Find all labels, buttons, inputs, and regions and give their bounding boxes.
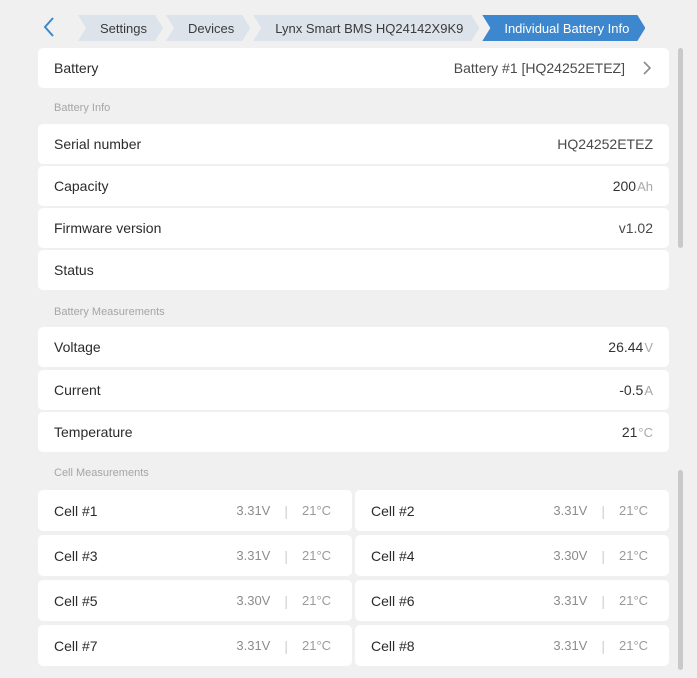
cell-name: Cell #5 — [54, 592, 98, 609]
temperature-row: Temperature 21°C — [38, 412, 669, 452]
cell-voltage: 3.31V — [236, 548, 271, 563]
temperature-label: Temperature — [54, 424, 133, 440]
cell-name: Cell #1 — [54, 502, 98, 519]
cell-name: Cell #2 — [371, 502, 415, 519]
cell-row-8: Cell #8 3.31V | 21°C — [355, 625, 669, 666]
cell-temperature: 21°C — [619, 638, 649, 653]
current-value: -0.5 — [619, 382, 644, 398]
crumb-individual-battery-info[interactable]: Individual Battery Info — [482, 15, 645, 41]
temperature-unit: °C — [638, 425, 653, 440]
cell-row-1: Cell #1 3.31V | 21°C — [38, 490, 352, 531]
cell-row-7: Cell #7 3.31V | 21°C — [38, 625, 352, 666]
breadcrumb: Settings Devices Lynx Smart BMS HQ24142X… — [78, 14, 648, 42]
cell-separator: | — [284, 547, 288, 564]
back-button[interactable] — [36, 12, 62, 42]
cell-name: Cell #8 — [371, 637, 415, 654]
cell-name: Cell #3 — [54, 547, 98, 564]
cell-row-4: Cell #4 3.30V | 21°C — [355, 535, 669, 576]
crumb-lynx-bms[interactable]: Lynx Smart BMS HQ24142X9K9 — [253, 15, 479, 41]
capacity-row: Capacity 200Ah — [38, 166, 669, 206]
cell-separator: | — [601, 547, 605, 564]
current-unit: A — [644, 383, 653, 398]
firmware-version-row: Firmware version v1.02 — [38, 208, 669, 248]
cell-separator: | — [284, 502, 288, 519]
serial-number-value: HQ24252ETEZ — [557, 136, 653, 152]
cell-row-3: Cell #3 3.31V | 21°C — [38, 535, 352, 576]
cell-name: Cell #6 — [371, 592, 415, 609]
firmware-version-value: v1.02 — [618, 220, 653, 236]
cell-voltage: 3.31V — [553, 638, 588, 653]
cell-row-6: Cell #6 3.31V | 21°C — [355, 580, 669, 621]
cell-temperature: 21°C — [619, 503, 649, 518]
section-cell-measurements: Cell Measurements — [54, 467, 149, 479]
capacity-value: 200 — [612, 178, 637, 194]
voltage-unit: V — [644, 340, 653, 355]
cell-separator: | — [284, 592, 288, 609]
chevron-left-icon — [43, 17, 54, 37]
cell-voltage: 3.31V — [236, 503, 271, 518]
capacity-label: Capacity — [54, 178, 109, 194]
main-scrollbar[interactable] — [678, 48, 683, 248]
section-battery-info: Battery Info — [54, 102, 111, 114]
cell-temperature: 21°C — [619, 548, 649, 563]
serial-number-row: Serial number HQ24252ETEZ — [38, 124, 669, 164]
crumb-settings[interactable]: Settings — [78, 15, 163, 41]
voltage-value: 26.44 — [608, 339, 644, 355]
cell-name: Cell #7 — [54, 637, 98, 654]
cell-voltage: 3.30V — [553, 548, 588, 563]
voltage-label: Voltage — [54, 339, 101, 355]
cell-temperature: 21°C — [302, 593, 332, 608]
cell-separator: | — [601, 592, 605, 609]
cell-temperature: 21°C — [302, 503, 332, 518]
cell-temperature: 21°C — [619, 593, 649, 608]
status-label: Status — [54, 262, 94, 278]
battery-value: Battery #1 [HQ24252ETEZ] — [453, 60, 625, 76]
cells-scrollbar[interactable] — [678, 470, 683, 670]
cell-row-5: Cell #5 3.30V | 21°C — [38, 580, 352, 621]
section-battery-measurements: Battery Measurements — [54, 306, 165, 318]
cell-name: Cell #4 — [371, 547, 415, 564]
cell-voltage: 3.30V — [236, 593, 271, 608]
capacity-unit: Ah — [637, 179, 653, 194]
cell-voltage: 3.31V — [553, 593, 588, 608]
cell-voltage: 3.31V — [236, 638, 271, 653]
serial-number-label: Serial number — [54, 136, 142, 152]
battery-selector-row[interactable]: Battery Battery #1 [HQ24252ETEZ] — [38, 48, 669, 88]
status-row: Status — [38, 250, 669, 290]
current-row: Current -0.5A — [38, 370, 669, 410]
cell-row-2: Cell #2 3.31V | 21°C — [355, 490, 669, 531]
crumb-devices[interactable]: Devices — [166, 15, 250, 41]
cell-separator: | — [284, 637, 288, 654]
cell-separator: | — [601, 637, 605, 654]
cell-temperature: 21°C — [302, 638, 332, 653]
battery-label: Battery — [54, 60, 99, 76]
cell-voltage: 3.31V — [553, 503, 588, 518]
temperature-value: 21 — [621, 424, 638, 440]
cell-temperature: 21°C — [302, 548, 332, 563]
firmware-version-label: Firmware version — [54, 220, 162, 236]
current-label: Current — [54, 382, 101, 398]
voltage-row: Voltage 26.44V — [38, 327, 669, 367]
chevron-right-icon — [643, 61, 652, 75]
cell-separator: | — [601, 502, 605, 519]
